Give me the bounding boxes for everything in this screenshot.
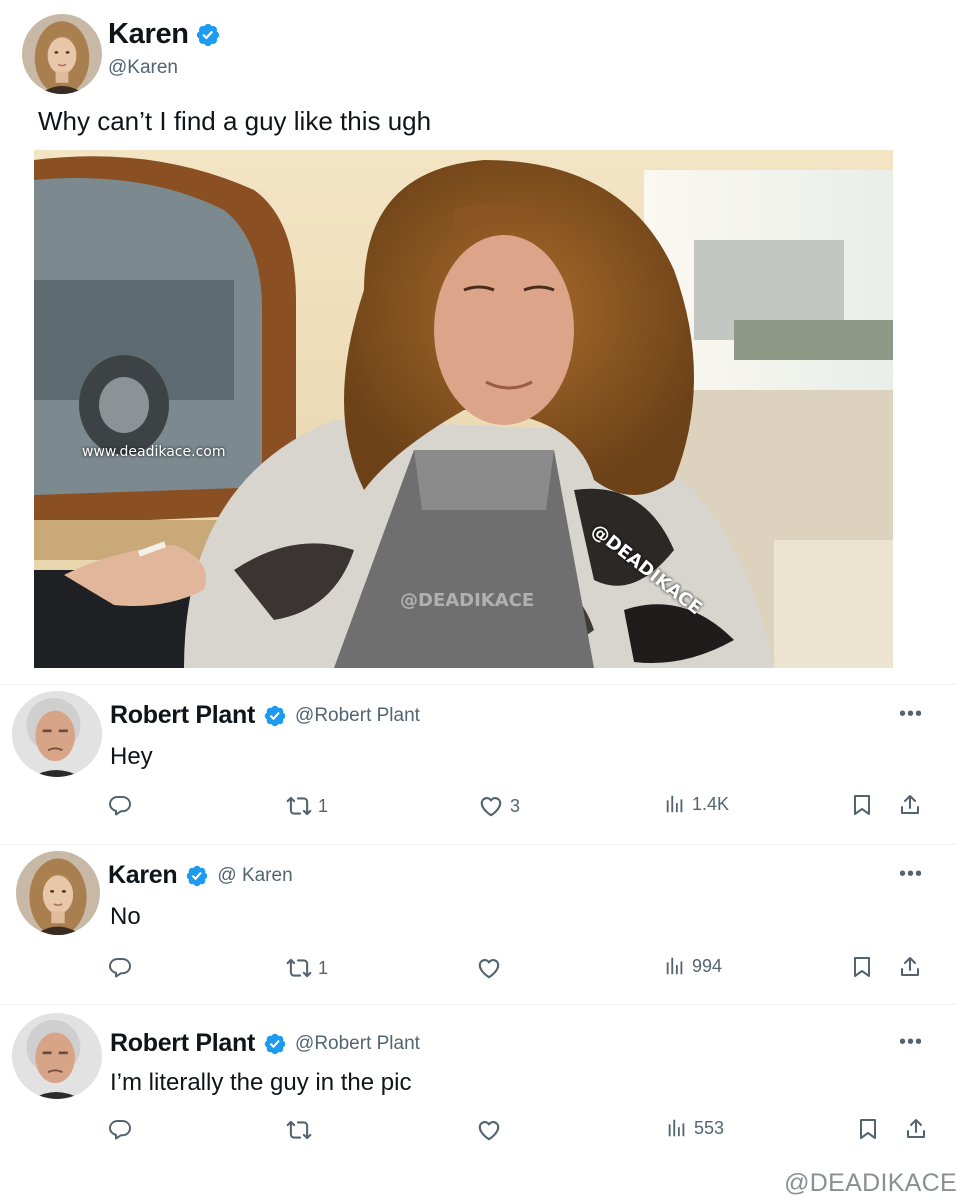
like-button[interactable] <box>476 1117 508 1143</box>
repost-count: 1 <box>318 957 329 978</box>
reply-author-name[interactable]: Karen <box>108 861 178 890</box>
action-bar: 1 994 <box>0 955 957 985</box>
reply-card[interactable]: Robert Plant @Robert Plant ••• I’m liter… <box>0 1004 957 1164</box>
photo-watermark-site: www.deadikace.com <box>82 444 226 460</box>
like-icon <box>476 955 502 981</box>
reply-author-handle[interactable]: @Robert Plant <box>295 705 420 727</box>
repost-icon <box>286 793 312 819</box>
reply-text: Hey <box>110 743 153 770</box>
reply-icon <box>108 793 132 817</box>
like-icon <box>478 793 504 819</box>
post-author-name[interactable]: Karen <box>108 18 189 51</box>
reply-header: Robert Plant @Robert Plant <box>110 701 420 730</box>
more-icon[interactable]: ••• <box>899 1031 923 1054</box>
share-button[interactable] <box>898 793 922 817</box>
post-text: Why can’t I find a guy like this ugh <box>38 106 432 136</box>
reply-author-name[interactable]: Robert Plant <box>110 1029 255 1058</box>
verified-badge-icon <box>263 704 287 728</box>
avatar-image <box>16 851 100 935</box>
reply-text: No <box>110 903 141 930</box>
reply-header: Karen @ Karen <box>108 861 293 890</box>
views-icon <box>664 955 686 977</box>
verified-badge-icon <box>185 864 209 888</box>
footer-watermark: @DEADIKACE <box>784 1169 957 1197</box>
verified-badge-icon <box>263 1032 287 1056</box>
reply-card[interactable]: Robert Plant @Robert Plant ••• Hey 1 3 1… <box>0 684 957 844</box>
views-button[interactable]: 1.4K <box>664 793 729 815</box>
avatar[interactable] <box>22 14 102 94</box>
reply-icon <box>108 1117 132 1141</box>
like-button[interactable]: 3 <box>478 793 520 819</box>
repost-icon <box>286 955 312 981</box>
repost-button[interactable]: 1 <box>286 955 328 981</box>
share-icon <box>898 955 922 979</box>
avatar-image <box>22 14 102 94</box>
repost-button[interactable]: 1 <box>286 793 328 819</box>
avatar-image <box>12 691 102 777</box>
views-count: 553 <box>694 1117 725 1138</box>
avatar[interactable] <box>12 691 102 777</box>
avatar[interactable] <box>12 1013 102 1099</box>
reply-button[interactable] <box>108 793 132 817</box>
views-count: 994 <box>692 955 723 976</box>
views-count: 1.4K <box>692 793 730 814</box>
like-icon <box>476 1117 502 1143</box>
views-icon <box>666 1117 688 1139</box>
repost-button[interactable] <box>286 1117 318 1143</box>
post-author[interactable]: Karen <box>108 18 221 51</box>
like-button[interactable] <box>476 955 508 981</box>
reply-button[interactable] <box>108 955 132 979</box>
action-bar: 1 3 1.4K <box>0 793 957 823</box>
verified-badge-icon <box>195 22 221 48</box>
share-icon <box>898 793 922 817</box>
reply-author-handle[interactable]: @ Karen <box>217 865 292 887</box>
avatar[interactable] <box>16 851 100 935</box>
photo-watermark-faint: @DEADIKACE <box>400 590 535 611</box>
bookmark-button[interactable] <box>850 955 874 979</box>
bookmark-button[interactable] <box>856 1117 880 1141</box>
action-bar: 553 <box>0 1117 957 1147</box>
reply-icon <box>108 955 132 979</box>
reply-author-handle[interactable]: @Robert Plant <box>295 1033 420 1055</box>
bookmark-icon <box>850 793 874 817</box>
bookmark-icon <box>856 1117 880 1141</box>
reply-button[interactable] <box>108 1117 132 1141</box>
repost-icon <box>286 1117 312 1143</box>
reply-header: Robert Plant @Robert Plant <box>110 1029 420 1058</box>
views-icon <box>664 793 686 815</box>
share-button[interactable] <box>898 955 922 979</box>
views-button[interactable]: 994 <box>664 955 722 977</box>
bookmark-icon <box>850 955 874 979</box>
reply-author-name[interactable]: Robert Plant <box>110 701 255 730</box>
reply-card[interactable]: Karen @ Karen ••• No 1 994 <box>0 844 957 1002</box>
views-button[interactable]: 553 <box>666 1117 724 1139</box>
like-count: 3 <box>510 795 521 816</box>
more-icon[interactable]: ••• <box>899 703 923 726</box>
share-icon <box>904 1117 928 1141</box>
more-icon[interactable]: ••• <box>899 863 923 886</box>
bookmark-button[interactable] <box>850 793 874 817</box>
share-button[interactable] <box>904 1117 928 1141</box>
repost-count: 1 <box>318 795 329 816</box>
post-author-handle[interactable]: @Karen <box>108 57 178 79</box>
reply-text: I’m literally the guy in the pic <box>110 1069 412 1096</box>
avatar-image <box>12 1013 102 1099</box>
